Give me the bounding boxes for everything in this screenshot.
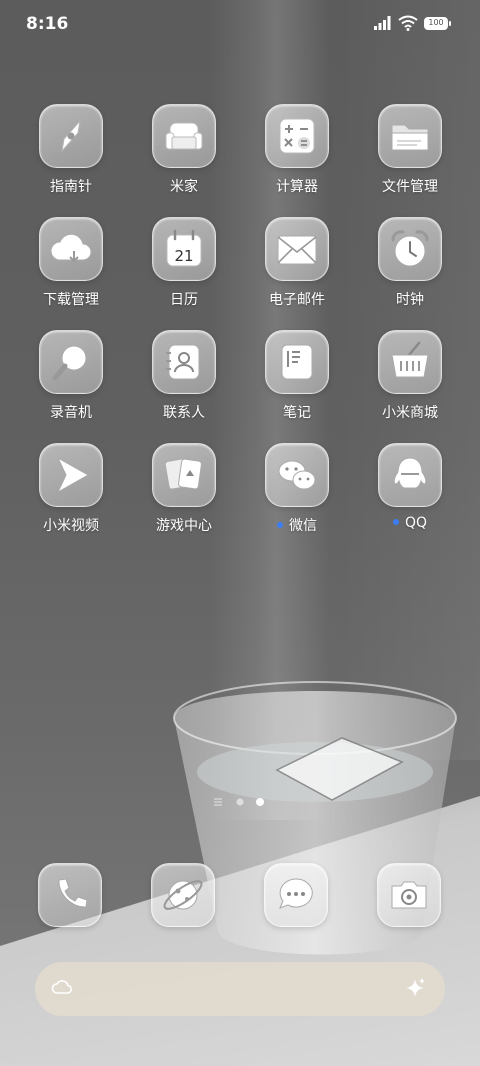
- app-label: 日历: [170, 292, 198, 308]
- folder-icon: [391, 124, 429, 151]
- app-label: 指南针: [50, 179, 92, 195]
- contacts-icon: [166, 344, 200, 380]
- app-files[interactable]: 文件管理: [355, 104, 465, 214]
- app-compass[interactable]: 指南针: [16, 104, 126, 214]
- app-label: 下载管理: [43, 292, 99, 308]
- sofa-icon: [165, 122, 203, 150]
- signal-icon: [374, 16, 391, 30]
- play-icon: [57, 457, 89, 493]
- page-indicator[interactable]: [212, 796, 272, 808]
- app-label: 时钟: [396, 292, 424, 308]
- cards-icon: [164, 458, 202, 490]
- notification-dot: [392, 519, 399, 525]
- calendar-icon: 21: [166, 229, 202, 267]
- recorder-icon: [52, 345, 87, 381]
- app-mi-video[interactable]: 小米视频: [16, 443, 126, 553]
- clock-icon: [391, 230, 429, 267]
- phone-icon: [58, 878, 88, 908]
- wifi-icon: [398, 15, 418, 31]
- cloud-download-icon: [50, 233, 92, 263]
- app-label: 游戏中心: [156, 518, 212, 534]
- sparkle-icon[interactable]: [403, 976, 427, 1000]
- message-icon: [279, 878, 313, 909]
- calculator-icon: [279, 118, 315, 154]
- app-downloads[interactable]: 下载管理: [16, 217, 126, 327]
- dock-camera[interactable]: [377, 863, 441, 927]
- app-label: 微信: [242, 515, 352, 535]
- battery-icon: 100: [424, 17, 448, 30]
- battery-tip: [449, 21, 451, 26]
- dock-phone[interactable]: [38, 863, 102, 927]
- app-mi-store[interactable]: 小米商城: [355, 330, 465, 440]
- compass-icon: [61, 119, 81, 153]
- camera-icon: [391, 881, 427, 909]
- app-label: 小米视频: [43, 518, 99, 534]
- app-contacts[interactable]: 联系人: [129, 330, 239, 440]
- app-label: 米家: [170, 179, 198, 195]
- app-recorder[interactable]: 录音机: [16, 330, 126, 440]
- mail-icon: [277, 235, 317, 265]
- app-label: 笔记: [283, 405, 311, 421]
- app-label: 电子邮件: [269, 292, 325, 308]
- app-clock[interactable]: 时钟: [355, 217, 465, 327]
- app-calendar[interactable]: 21 日历: [129, 217, 239, 327]
- app-game-center[interactable]: 游戏中心: [129, 443, 239, 553]
- app-calculator[interactable]: 计算器: [242, 104, 352, 214]
- browser-planet-icon: [163, 880, 203, 910]
- app-label: 联系人: [163, 405, 205, 421]
- wechat-icon: [278, 460, 316, 490]
- app-label: QQ: [355, 515, 465, 531]
- app-qq[interactable]: QQ: [355, 443, 465, 553]
- app-mijia[interactable]: 米家: [129, 104, 239, 214]
- status-bar: 8:16 100: [0, 0, 480, 50]
- app-wechat[interactable]: 微信: [242, 443, 352, 553]
- svg-text:21: 21: [174, 247, 193, 265]
- status-time: 8:16: [26, 14, 69, 34]
- qq-penguin-icon: [393, 457, 427, 489]
- app-notes[interactable]: 笔记: [242, 330, 352, 440]
- dock-messages[interactable]: [264, 863, 328, 927]
- app-label: 文件管理: [382, 179, 438, 195]
- cloud-icon: [51, 980, 72, 994]
- search-bar[interactable]: [35, 962, 445, 1016]
- app-label: 录音机: [50, 405, 92, 421]
- notes-icon: [281, 344, 313, 380]
- notification-dot: [277, 522, 283, 528]
- shopping-basket-icon: [391, 341, 429, 378]
- app-label: 小米商城: [382, 405, 438, 421]
- app-label: 计算器: [276, 179, 318, 195]
- dock-browser[interactable]: [151, 863, 215, 927]
- app-email[interactable]: 电子邮件: [242, 217, 352, 327]
